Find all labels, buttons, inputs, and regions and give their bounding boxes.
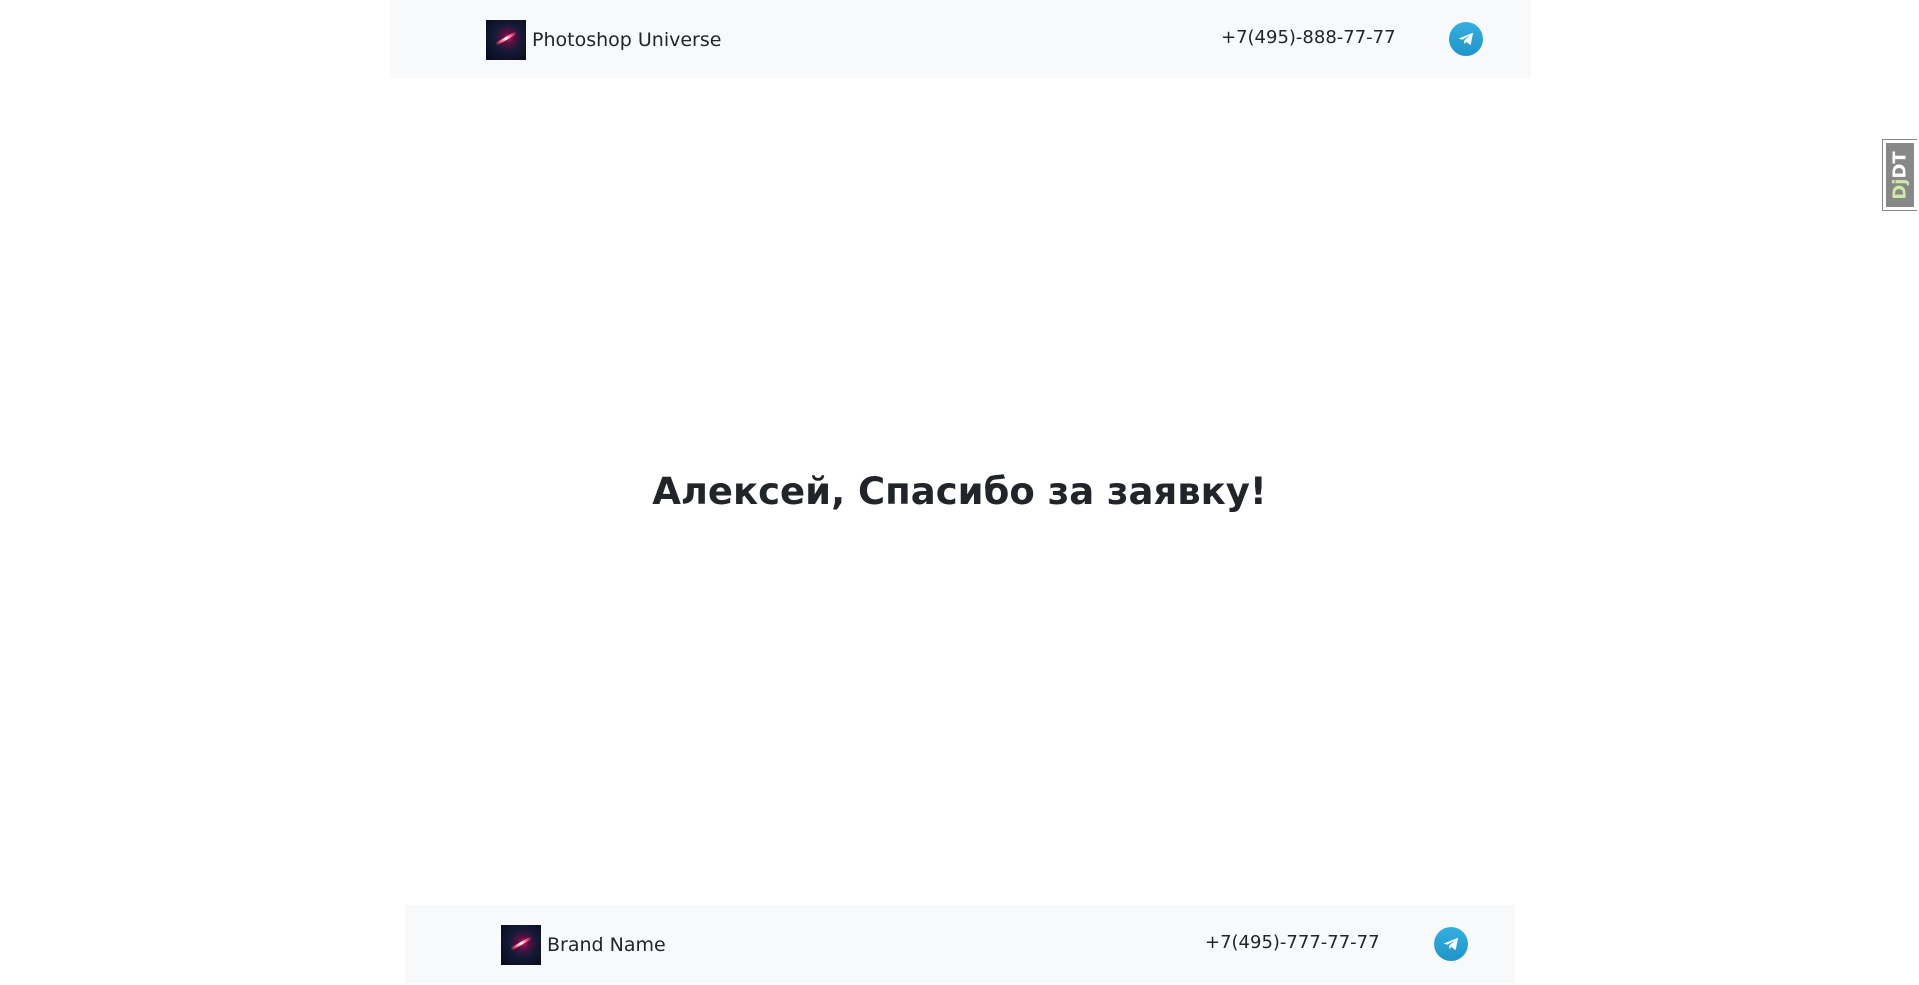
djdt-label-suffix: DT bbox=[1889, 150, 1911, 179]
footer-brand-link[interactable]: Brand Name bbox=[501, 925, 666, 965]
telegram-icon bbox=[1443, 937, 1459, 951]
brand-logo-icon bbox=[486, 20, 526, 60]
telegram-icon bbox=[1458, 32, 1474, 46]
footer-telegram-link[interactable] bbox=[1434, 927, 1468, 961]
thank-you-message: Алексей, Спасибо за заявку! bbox=[652, 470, 1267, 513]
brand-logo-icon bbox=[501, 925, 541, 965]
header-brand-name: Photoshop Universe bbox=[532, 28, 722, 51]
header-brand-link[interactable]: Photoshop Universe bbox=[486, 20, 721, 60]
djdt-badge: DjDT bbox=[1886, 143, 1914, 207]
footer-navbar: Brand Name +7(495)-777-77-77 bbox=[405, 905, 1515, 983]
djdt-label: DjDT bbox=[1890, 151, 1911, 199]
header-telegram-link[interactable] bbox=[1449, 22, 1483, 56]
footer-phone[interactable]: +7(495)-777-77-77 bbox=[1205, 932, 1380, 953]
top-navbar: Photoshop Universe +7(495)-888-77-77 bbox=[390, 0, 1531, 78]
footer-brand-name: Brand Name bbox=[547, 933, 666, 956]
djdt-label-prefix: Dj bbox=[1889, 178, 1911, 200]
header-phone[interactable]: +7(495)-888-77-77 bbox=[1221, 27, 1396, 48]
django-debug-toolbar-handle[interactable]: DjDT bbox=[1882, 139, 1917, 211]
